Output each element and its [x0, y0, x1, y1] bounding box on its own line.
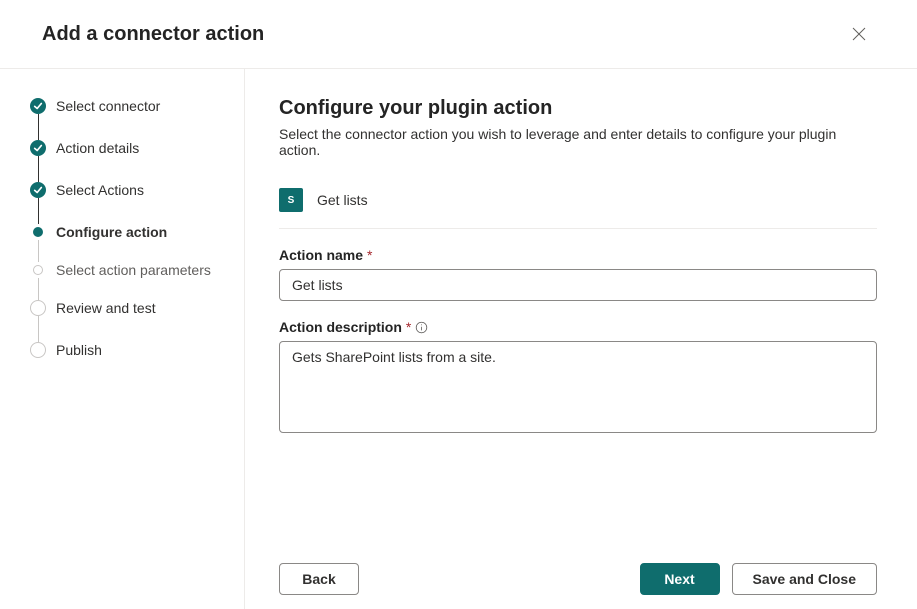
selected-connector-row: S Get lists — [279, 188, 877, 229]
field-action-name: Action name * — [279, 247, 877, 301]
step-select-connector[interactable]: Select connector — [30, 97, 244, 139]
dialog-body: Select connector Action details Select A… — [0, 69, 917, 609]
step-label: Configure action — [56, 223, 167, 241]
checkmark-icon — [30, 98, 46, 114]
checkmark-icon — [30, 140, 46, 156]
dialog-header: Add a connector action — [0, 0, 917, 69]
sharepoint-icon: S — [279, 188, 303, 212]
page-subtitle: Select the connector action you wish to … — [279, 126, 877, 158]
step-select-actions[interactable]: Select Actions — [30, 181, 244, 223]
step-label: Select Actions — [56, 181, 144, 199]
connector-name: Get lists — [317, 192, 368, 208]
page-heading: Configure your plugin action — [279, 97, 877, 120]
step-empty-marker — [30, 300, 46, 316]
step-review-and-test: Review and test — [30, 299, 244, 341]
save-and-close-button[interactable]: Save and Close — [732, 563, 878, 595]
close-icon — [852, 27, 866, 41]
required-asterisk: * — [367, 247, 372, 263]
checkmark-icon — [30, 182, 46, 198]
main-panel: Configure your plugin action Select the … — [245, 69, 917, 609]
back-button[interactable]: Back — [279, 563, 359, 595]
step-select-action-parameters: Select action parameters — [30, 261, 244, 299]
step-current-marker — [33, 227, 43, 237]
action-description-textarea[interactable] — [279, 341, 877, 433]
wizard-steps: Select connector Action details Select A… — [30, 97, 244, 361]
step-upcoming-marker — [33, 265, 43, 275]
step-label: Action details — [56, 139, 139, 157]
next-button[interactable]: Next — [640, 563, 720, 595]
action-name-input[interactable] — [279, 269, 877, 301]
step-publish: Publish — [30, 341, 244, 361]
step-label: Select action parameters — [56, 261, 211, 279]
content-area: Configure your plugin action Select the … — [245, 69, 917, 548]
step-label: Publish — [56, 341, 102, 359]
field-action-description: Action description * — [279, 319, 877, 436]
step-label: Review and test — [56, 299, 156, 317]
step-configure-action[interactable]: Configure action — [30, 223, 244, 261]
dialog-title: Add a connector action — [42, 23, 264, 46]
action-description-label: Action description * — [279, 319, 877, 335]
info-icon[interactable] — [415, 321, 428, 334]
dialog-footer: Back Next Save and Close — [245, 548, 917, 609]
step-label: Select connector — [56, 97, 160, 115]
action-name-label: Action name * — [279, 247, 877, 263]
step-empty-marker — [30, 342, 46, 358]
wizard-sidebar: Select connector Action details Select A… — [0, 69, 245, 609]
step-action-details[interactable]: Action details — [30, 139, 244, 181]
close-button[interactable] — [843, 18, 875, 50]
required-asterisk: * — [406, 319, 411, 335]
